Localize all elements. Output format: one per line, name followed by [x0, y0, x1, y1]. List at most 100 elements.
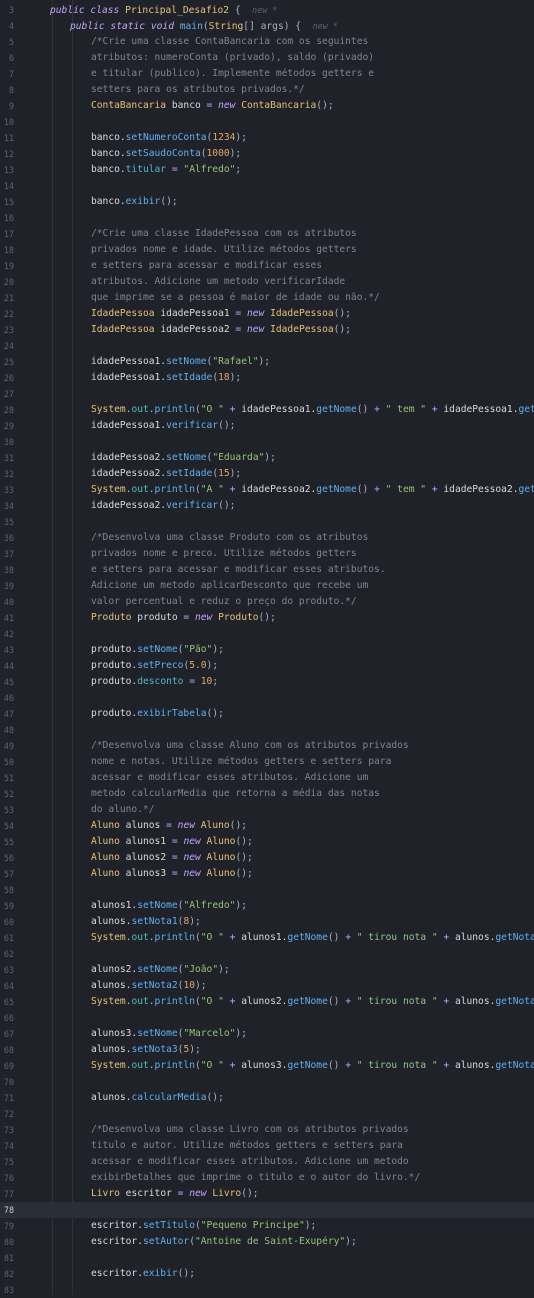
code-line[interactable]: 69 System.out.println("O " + alunos3.getN… [0, 1058, 534, 1074]
code-line[interactable]: 9 ContaBancaria banco = new ContaBancaria… [0, 98, 534, 114]
code-text: atributos. Adicione um metodo verificarI… [91, 274, 345, 290]
code-line[interactable]: 39 Adicione um metodo aplicarDesconto que… [0, 578, 534, 594]
code-editor[interactable]: 3 public class Principal_Desafio2 { new *… [0, 0, 534, 1295]
code-text: idadePessoa2.setNome("Eduarda"); [91, 450, 276, 466]
code-line[interactable]: 51 acessar e modificar esses atributos. A… [0, 770, 534, 786]
code-line[interactable]: 77 Livro escritor = new Livro(); [0, 1186, 534, 1202]
code-line[interactable]: 33 System.out.println("A " + idadePessoa2… [0, 482, 534, 498]
code-line[interactable]: 58 [0, 882, 534, 898]
code-line[interactable]: 22 IdadePessoa idadePessoa1 = new IdadePe… [0, 306, 534, 322]
code-line[interactable]: 11 banco.setNumeroConta(1234); [0, 130, 534, 146]
code-line[interactable]: 49 /*Desenvolva uma classe Aluno com os a… [0, 738, 534, 754]
code-line[interactable]: 70 [0, 1074, 534, 1090]
code-token: getNome [287, 932, 328, 943]
code-text: produto.desconto = 10; [91, 674, 218, 690]
code-token: (); [206, 708, 224, 719]
code-line[interactable]: 83 [0, 1282, 534, 1298]
code-line[interactable]: 16 [0, 210, 534, 226]
code-line[interactable]: 57 Aluno alunos3 = new Aluno(); [0, 866, 534, 882]
code-line[interactable]: 8 setters para os atributos privados.*/ [0, 82, 534, 98]
code-line[interactable]: 24 [0, 338, 534, 354]
code-line[interactable]: 47 produto.exibirTabela(); [0, 706, 534, 722]
code-line[interactable]: 20 atributos. Adicione um metodo verifica… [0, 274, 534, 290]
code-line[interactable]: 7 e titular (publico). Implemente métodos… [0, 66, 534, 82]
code-line[interactable]: 10 [0, 114, 534, 130]
code-token: println [154, 932, 195, 943]
code-line[interactable]: 29 idadePessoa1.verificar(); [0, 418, 534, 434]
code-line[interactable]: 3 public class Principal_Desafio2 { new * [0, 2, 534, 18]
code-line[interactable]: 76 exibirDetalhes que imprime o titulo e … [0, 1170, 534, 1186]
code-line[interactable]: 74 titulo e autor. Utilize métodos getter… [0, 1138, 534, 1154]
code-line[interactable]: 60 alunos.setNota1(8); [0, 914, 534, 930]
code-line[interactable]: 13 banco.titular = "Alfredo"; [0, 162, 534, 178]
code-line[interactable]: 53 do aluno.*/ [0, 802, 534, 818]
code-line[interactable]: 61 System.out.println("O " + alunos1.getN… [0, 930, 534, 946]
code-line[interactable]: 81 [0, 1250, 534, 1266]
code-line[interactable]: 52 metodo calcularMedia que retorna a méd… [0, 786, 534, 802]
code-line[interactable]: 28 System.out.println("O " + idadePessoa1… [0, 402, 534, 418]
code-line[interactable]: 79 escritor.setTitulo("Pequeno Principe")… [0, 1218, 534, 1234]
code-line[interactable]: 62 [0, 946, 534, 962]
code-line[interactable]: 63 alunos2.setNome("João"); [0, 962, 534, 978]
code-line[interactable]: 15 banco.exibir(); [0, 194, 534, 210]
code-token: Principal_Desafio2 [125, 5, 230, 16]
code-text: metodo calcularMedia que retorna a média… [91, 786, 380, 802]
code-line[interactable]: 4 public static void main(String[] args) … [0, 18, 534, 34]
code-line[interactable]: 5 /*Crie uma classe ContaBancaria com os … [0, 34, 534, 50]
code-token: setIdade [166, 372, 213, 383]
code-line[interactable]: 48 [0, 722, 534, 738]
code-line[interactable]: 66 [0, 1010, 534, 1026]
code-line[interactable]: 67 alunos3.setNome("Marcelo"); [0, 1026, 534, 1042]
code-token: "Eduarda" [212, 452, 265, 463]
code-line[interactable]: 55 Aluno alunos1 = new Aluno(); [0, 834, 534, 850]
code-line[interactable]: 50 nome e notas. Utilize métodos getters … [0, 754, 534, 770]
code-line[interactable]: 82 escritor.exibir(); [0, 1266, 534, 1282]
code-line[interactable]: 37 privados nome e preco. Utilize métodos… [0, 546, 534, 562]
code-line[interactable]: 25 idadePessoa1.setNome("Rafael"); [0, 354, 534, 370]
code-line[interactable]: 14 [0, 178, 534, 194]
code-line[interactable]: 32 idadePessoa2.setIdade(15); [0, 466, 534, 482]
code-line[interactable]: 21 que imprime se a pessoa é maior de ida… [0, 290, 534, 306]
code-line[interactable]: 78 [0, 1202, 534, 1218]
code-line[interactable]: 59 alunos1.setNome("Alfredo"); [0, 898, 534, 914]
code-line[interactable]: 31 idadePessoa2.setNome("Eduarda"); [0, 450, 534, 466]
code-line[interactable]: 34 idadePessoa2.verificar(); [0, 498, 534, 514]
code-line[interactable]: 73 /*Desenvolva uma classe Livro com os a… [0, 1122, 534, 1138]
code-token: System [91, 932, 126, 943]
code-line[interactable]: 38 e setters para acessar e modificar ess… [0, 562, 534, 578]
code-line[interactable]: 26 idadePessoa1.setIdade(18); [0, 370, 534, 386]
code-line[interactable]: 30 [0, 434, 534, 450]
code-text: do aluno.*/ [91, 802, 155, 818]
code-line[interactable]: 44 produto.setPreco(5.0); [0, 658, 534, 674]
code-line[interactable]: 18 privados nome e idade. Utilize métodos… [0, 242, 534, 258]
code-line[interactable]: 80 escritor.setAutor("Antoine de Saint-Ex… [0, 1234, 534, 1250]
code-line[interactable]: 17 /*Crie uma classe IdadePessoa com os a… [0, 226, 534, 242]
code-line[interactable]: 72 [0, 1106, 534, 1122]
code-line[interactable]: 46 [0, 690, 534, 706]
code-token: alunos. [454, 1060, 496, 1071]
code-line[interactable]: 71 alunos.calcularMedia(); [0, 1090, 534, 1106]
code-line[interactable]: 75 acessar e modificar esses atributos. A… [0, 1154, 534, 1170]
code-line[interactable]: 19 e setters para acessar e modificar ess… [0, 258, 534, 274]
code-line[interactable]: 54 Aluno alunos = new Aluno(); [0, 818, 534, 834]
code-token: "Antoine de Saint-Exupéry" [194, 1236, 346, 1247]
code-line[interactable]: 64 alunos.setNota2(10); [0, 978, 534, 994]
code-line[interactable]: 43 produto.setNome("Pão"); [0, 642, 534, 658]
code-line[interactable]: 12 banco.setSaudoConta(1000); [0, 146, 534, 162]
code-line[interactable]: 40 valor percentual e reduz o preço do pr… [0, 594, 534, 610]
code-line[interactable]: 36 /*Desenvolva uma classe Produto com os… [0, 530, 534, 546]
usage-hint: new * [252, 5, 278, 15]
code-line[interactable]: 35 [0, 514, 534, 530]
code-line[interactable]: 23 IdadePessoa idadePessoa2 = new IdadePe… [0, 322, 534, 338]
code-line[interactable]: 45 produto.desconto = 10; [0, 674, 534, 690]
code-line[interactable]: 27 [0, 386, 534, 402]
code-line[interactable]: 65 System.out.println("O " + alunos2.getN… [0, 994, 534, 1010]
line-number: 59 [3, 901, 14, 911]
code-line[interactable]: 42 [0, 626, 534, 642]
code-line[interactable]: 56 Aluno alunos2 = new Aluno(); [0, 850, 534, 866]
code-line[interactable]: 41 Produto produto = new Produto(); [0, 610, 534, 626]
code-token: setNome [137, 644, 178, 655]
code-line[interactable]: 68 alunos.setNota3(5); [0, 1042, 534, 1058]
code-token: e titular (publico). Implemente métodos … [91, 68, 375, 79]
code-line[interactable]: 6 atributos: numeroConta (privado), saldo… [0, 50, 534, 66]
